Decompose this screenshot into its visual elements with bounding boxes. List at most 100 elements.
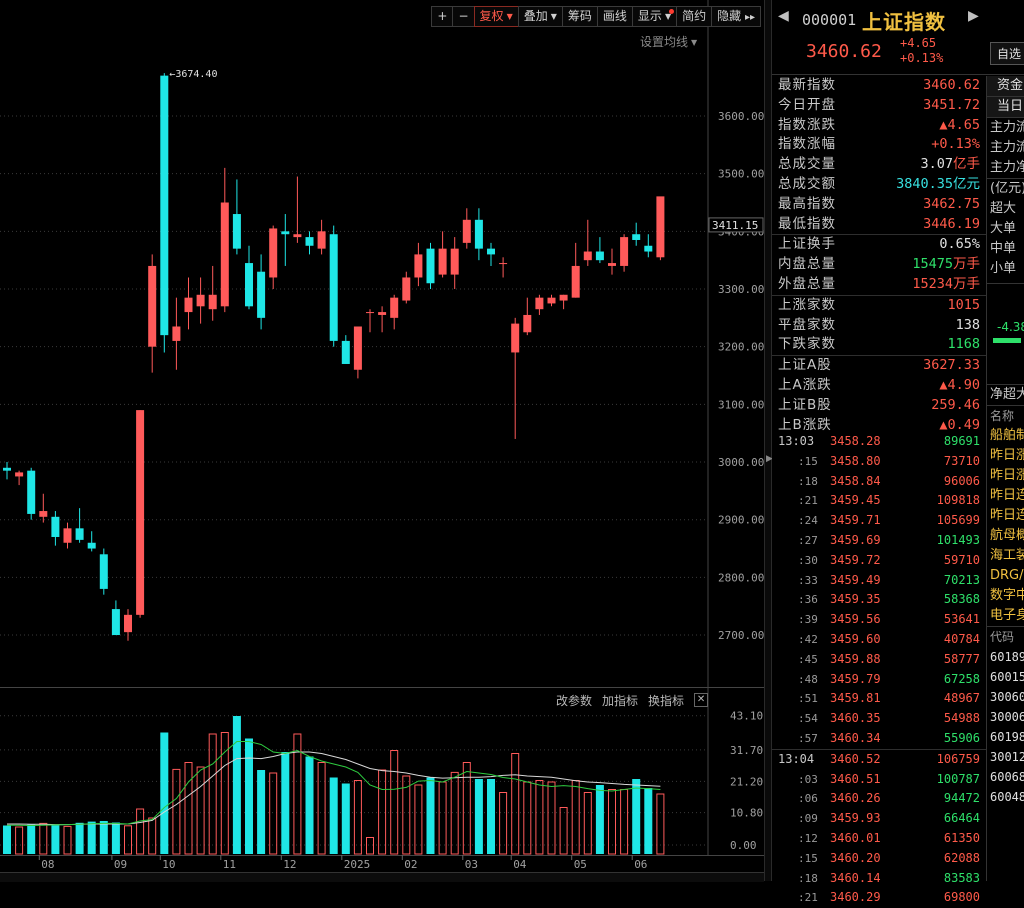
chips-button[interactable]: 筹码 (561, 6, 598, 27)
tick-volume: 62088 (943, 850, 980, 865)
tick-price: 3459.93 (830, 811, 881, 826)
x-axis-label: 2025 (344, 858, 371, 871)
stat-number: 3.07 (920, 156, 953, 173)
stock-code-item[interactable]: 300123 (987, 747, 1024, 767)
volume-bar (474, 779, 483, 854)
ma-settings-dropdown[interactable]: 设置均线 ▼ (640, 33, 697, 50)
prev-stock-icon[interactable]: ◀ (778, 8, 789, 24)
tick-list[interactable]: 13:03 3458.28 89691:15 3458.80 73710:18 3458.… (772, 432, 986, 908)
tick-volume: 106759 (936, 751, 980, 766)
stat-row: 上证B股 259.46 (772, 396, 986, 416)
name-column-header: 名称 (987, 405, 1024, 426)
add-indicator-button[interactable]: 加指标 (602, 692, 638, 709)
tick-price: 3459.69 (830, 532, 881, 547)
volume-bar (511, 753, 520, 855)
tick-volume: 40784 (943, 631, 980, 646)
stat-value: 3460.62 (923, 76, 980, 96)
stat-number: 0.65% (939, 236, 980, 253)
tick-time: :18 (798, 474, 818, 488)
tick-volume: 109818 (936, 493, 980, 508)
tick-row: :54 3460.35 54988 (772, 709, 986, 729)
hide-button[interactable]: 隐藏 ▸▸ (711, 6, 761, 27)
tick-volume: 67258 (943, 671, 980, 686)
volume-bar (124, 825, 132, 855)
volume-bar (366, 837, 374, 855)
stat-row: 总成交额 3840.35亿元 (772, 175, 986, 195)
double-arrow-right-icon: ▸▸ (744, 12, 755, 23)
concept-name-item[interactable]: 昨日涨 (987, 446, 1024, 466)
add-watchlist-button[interactable]: 自选 (990, 42, 1024, 65)
concept-name-item[interactable]: 海工装 (987, 546, 1024, 566)
stock-code-item[interactable]: 601989 (987, 727, 1024, 747)
volume-bar (341, 783, 350, 854)
kline-chart-area[interactable]: 3600.003500.003400.003300.003200.003100.… (0, 0, 764, 882)
stat-value: 1015 (947, 296, 980, 316)
x-axis-label: 10 (162, 858, 175, 871)
last-price: 3460.62 (806, 41, 882, 62)
funds-side-panel: 资金当日主力流主力流主力净(亿元)超大大单中单小单-4.38净超大名称船舶制昨日… (986, 76, 1024, 881)
stock-code-item[interactable]: 601890 (987, 647, 1024, 667)
zoom-out-button[interactable]: − (452, 6, 475, 27)
concept-name-item[interactable]: 数字中 (987, 586, 1024, 606)
volume-bar (99, 821, 108, 854)
stat-label: 上证换手 (778, 236, 836, 253)
stat-number: 138 (955, 316, 980, 333)
stock-code-item[interactable]: 600685 (987, 767, 1024, 787)
tick-row: :15 3458.80 73710 (772, 452, 986, 472)
tick-time: :48 (798, 672, 818, 686)
display-button[interactable]: 显示 ▼ (631, 6, 678, 27)
concept-name-item[interactable]: 船舶制 (987, 426, 1024, 446)
stat-unit: 万手 (953, 275, 980, 292)
chevron-down-icon: ▼ (506, 12, 513, 21)
stat-number: 15475 (912, 256, 953, 273)
close-icon[interactable]: ✕ (694, 693, 709, 707)
concept-name-item[interactable]: 昨日涨 (987, 466, 1024, 486)
change-indicator-button[interactable]: 换指标 (648, 692, 684, 709)
order-size-label: 中单 (990, 241, 1017, 256)
volume-chart[interactable]: 43.10 31.70 21.20 10.80 0.00 08 09 10 11 12 2025 02… (0, 0, 764, 881)
tick-volume: 53641 (943, 612, 980, 627)
change-percent: +0.13% (900, 51, 944, 65)
tick-row: :21 3460.29 69800 (772, 888, 986, 908)
concept-name-item[interactable]: 航母概 (987, 526, 1024, 546)
volume-bar (3, 825, 11, 854)
stat-unit: 亿手 (953, 156, 980, 173)
overlay-button[interactable]: 叠加 ▼ (517, 6, 563, 27)
stat-label: 下跌家数 (778, 336, 836, 353)
tick-time: :12 (798, 831, 818, 845)
volume-tick-label: 21.20 (730, 775, 763, 788)
stat-number: ▲0.49 (939, 416, 980, 433)
stat-row: 指数涨幅 +0.13% (772, 135, 986, 155)
concept-name-item[interactable]: 电子身 (987, 606, 1024, 626)
stat-value: 0.65% (939, 235, 980, 255)
simple-mode-button[interactable]: 简约 (676, 6, 713, 27)
concept-name-item[interactable]: DRG/D (987, 566, 1024, 586)
stock-code-item[interactable]: 600150 (987, 667, 1024, 687)
today-tab-button[interactable]: 当日 (987, 97, 1024, 118)
restore-rights-button[interactable]: 复权 ▼ (473, 6, 519, 27)
tick-volume: 100787 (936, 771, 980, 786)
panel-splitter[interactable]: ▶ (764, 0, 773, 881)
concept-name-item[interactable]: 昨日连 (987, 506, 1024, 526)
stat-unit: 亿元 (953, 175, 980, 192)
tick-price: 3459.81 (830, 691, 881, 706)
x-axis-label: 08 (41, 858, 54, 871)
tick-price: 3458.80 (830, 453, 881, 468)
next-stock-icon[interactable]: ▶ (968, 8, 979, 24)
tick-row: :27 3459.69 101493 (772, 531, 986, 551)
concept-name-item[interactable]: 昨日连 (987, 486, 1024, 506)
draw-line-button[interactable]: 画线 (596, 6, 633, 27)
tick-price: 3459.49 (830, 572, 881, 587)
zoom-in-button[interactable]: + (431, 6, 454, 27)
stock-code-item[interactable]: 600482 (987, 787, 1024, 807)
tick-time: :42 (798, 632, 818, 646)
edit-params-button[interactable]: 改参数 (556, 692, 592, 709)
stock-code-item[interactable]: 300600 (987, 687, 1024, 707)
volume-bar (571, 780, 580, 855)
stock-code-item[interactable]: 300060 (987, 707, 1024, 727)
stat-value: 15475万手 (912, 255, 980, 275)
stat-number: 3451.72 (923, 96, 980, 113)
funds-tab-button[interactable]: 资金 (987, 76, 1024, 97)
tick-time: :15 (798, 454, 818, 468)
tick-time: :06 (798, 792, 818, 806)
